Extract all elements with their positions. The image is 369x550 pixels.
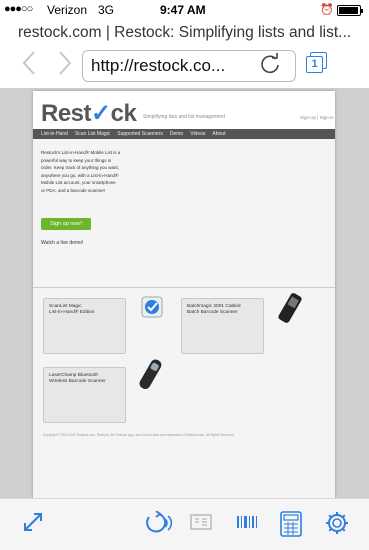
- product-name: Batchmagic 2001 Cabled Batch Barcode Sca…: [187, 304, 241, 315]
- bottom-toolbar: [0, 498, 369, 550]
- site-tagline: Simplifying lists and list management: [143, 114, 225, 120]
- reader-icon: [190, 514, 212, 530]
- site-nav-about[interactable]: About: [212, 131, 225, 137]
- product-card-laserchamp[interactable]: LaserChamp Bluetooth Wireless Barcode Sc…: [43, 367, 126, 423]
- status-bar: ●●●○○ Verizon 3G 9:47 AM ⏰: [0, 0, 369, 20]
- product-name: ScanList Magic List-in-Hand® Edition: [49, 304, 95, 315]
- product-name: LaserChamp Bluetooth Wireless Barcode Sc…: [49, 373, 106, 384]
- battery-icon: [337, 5, 363, 16]
- calculator-icon: [280, 511, 302, 537]
- gear-icon: [326, 512, 348, 534]
- chevron-right-icon: [59, 51, 72, 75]
- network-type: 3G: [98, 3, 115, 17]
- navigation-bar: http://restock.co... 1: [0, 44, 369, 88]
- site-nav-supported-scanners[interactable]: Supported Scanners: [117, 131, 163, 137]
- settings-button[interactable]: [325, 511, 349, 540]
- batch-scanner-icon: [278, 293, 302, 323]
- alarm-icon: ⏰: [320, 4, 334, 16]
- site-nav-demo[interactable]: Demo: [170, 131, 183, 137]
- speaker-icon: [146, 510, 173, 533]
- status-time: 9:47 AM: [160, 3, 206, 17]
- site-logo[interactable]: Rest✓ck: [41, 99, 137, 128]
- site-nav-list-in-hand[interactable]: List-in-Hand: [41, 131, 68, 137]
- speak-button[interactable]: [145, 510, 173, 540]
- site-header: Rest✓ck Simplifying lists and list manag…: [33, 91, 335, 129]
- scanlist-magic-icon: [141, 296, 163, 318]
- tabs-count: 1: [306, 56, 323, 73]
- product-card-batchmagic[interactable]: Batchmagic 2001 Cabled Batch Barcode Sca…: [181, 298, 264, 354]
- tabs-button[interactable]: 1: [306, 52, 328, 74]
- account-links[interactable]: Sign Up | Sign In: [300, 115, 334, 120]
- product-card-scanlist-magic[interactable]: ScanList Magic List-in-Hand® Edition: [43, 298, 126, 354]
- bluetooth-scanner-icon: [139, 359, 162, 390]
- logo-text-end: ck: [110, 100, 137, 127]
- reload-icon[interactable]: [259, 53, 281, 81]
- restock-site: Rest✓ck Simplifying lists and list manag…: [33, 91, 335, 498]
- url-field[interactable]: http://restock.co...: [82, 50, 296, 82]
- barcode-button[interactable]: [236, 511, 258, 538]
- page-title: restock.com | Restock: Simplifying lists…: [18, 24, 352, 41]
- reader-button[interactable]: [190, 511, 212, 538]
- forward-button[interactable]: [58, 50, 72, 81]
- calculator-button[interactable]: [280, 511, 302, 542]
- logo-check-icon: ✓: [91, 100, 111, 127]
- fullscreen-button[interactable]: [22, 511, 44, 538]
- web-view[interactable]: Rest✓ck Simplifying lists and list manag…: [0, 88, 369, 498]
- divider: [33, 287, 335, 288]
- site-nav-videos[interactable]: Videos: [190, 131, 205, 137]
- back-button[interactable]: [22, 50, 36, 81]
- site-nav: List-in-Hand Scan List Magic Supported S…: [33, 129, 335, 139]
- barcode-icon: [237, 516, 257, 528]
- demo-link[interactable]: Watch a live demo!: [41, 240, 83, 246]
- site-footer: Copyright © 2008-2011 Restock.com. Resto…: [43, 433, 235, 437]
- expand-arrows-icon: [24, 513, 42, 531]
- signup-button[interactable]: Sign up now!: [41, 218, 91, 230]
- carrier-name: Verizon: [47, 3, 88, 17]
- url-text: http://restock.co...: [91, 56, 226, 75]
- site-nav-scan-list-magic[interactable]: Scan List Magic: [75, 131, 110, 137]
- signal-strength-icon: ●●●○○: [4, 3, 33, 15]
- chevron-left-icon: [22, 51, 35, 75]
- intro-text: Restock's List-in-Hand® Mobile List is a…: [41, 150, 121, 193]
- logo-text-start: Rest: [41, 100, 92, 127]
